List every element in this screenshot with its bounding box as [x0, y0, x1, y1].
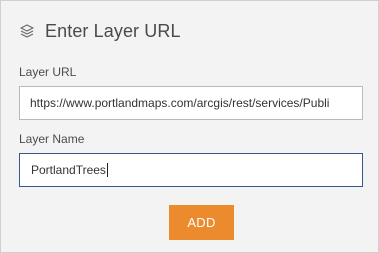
layer-name-input[interactable]: PortlandTrees [19, 153, 363, 187]
add-button[interactable]: ADD [169, 205, 234, 240]
layer-name-value: PortlandTrees [31, 163, 106, 177]
layers-icon [18, 22, 36, 40]
enter-layer-url-panel: Enter Layer URL Layer URL https://www.po… [0, 0, 379, 253]
layer-url-value: https://www.portlandmaps.com/arcgis/rest… [30, 96, 330, 110]
layer-name-label: Layer Name [19, 132, 85, 146]
layer-url-input[interactable]: https://www.portlandmaps.com/arcgis/rest… [19, 86, 363, 120]
text-cursor [106, 163, 108, 177]
layer-url-label: Layer URL [19, 65, 77, 79]
panel-header: Enter Layer URL [18, 19, 181, 43]
page-title: Enter Layer URL [45, 20, 181, 41]
